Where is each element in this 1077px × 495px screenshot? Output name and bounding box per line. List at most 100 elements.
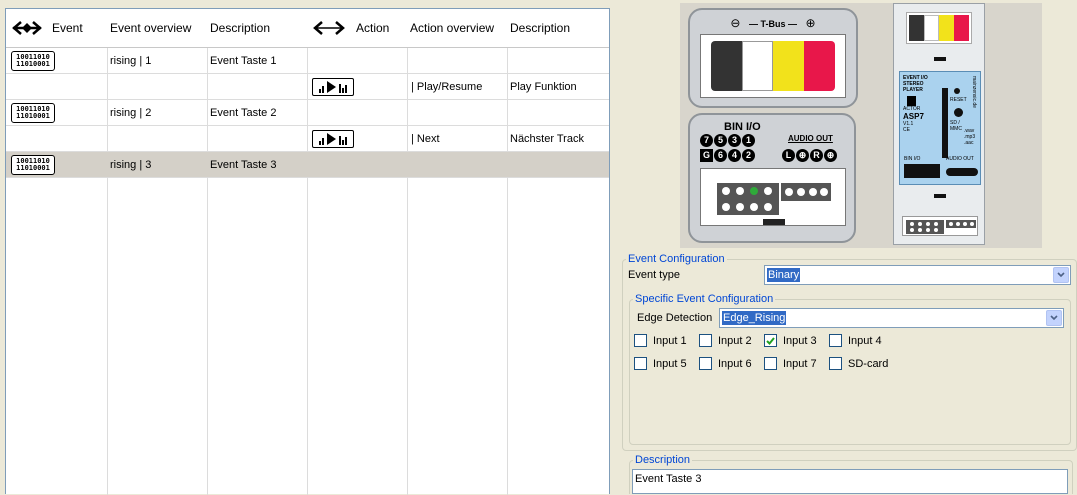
action-cell xyxy=(309,74,407,99)
tbus-label: T-Bus xyxy=(760,19,786,29)
description-legend: Description xyxy=(635,454,691,466)
input-3-checkbox[interactable]: Input 3 xyxy=(764,333,817,348)
column-header-action-description[interactable]: Description xyxy=(507,9,609,47)
formats-label: .wav .mp3 .aac xyxy=(964,128,976,146)
input-7-checkbox[interactable]: Input 7 xyxy=(764,356,817,371)
checkmark-icon xyxy=(766,336,775,345)
specific-event-configuration-legend: Specific Event Configuration xyxy=(635,293,774,305)
checkbox-label: Input 5 xyxy=(653,357,687,370)
event-type-value: Binary xyxy=(767,268,801,282)
checkbox-label: Input 1 xyxy=(653,334,687,347)
binio-connector: BIN I/O 7531 G642 AUDIO OUT L ⊕ R ⊕ xyxy=(688,113,856,243)
binio-socket xyxy=(700,168,846,226)
column-header-action-overview[interactable]: Action overview xyxy=(407,9,507,47)
pin-label: 3 xyxy=(728,134,741,147)
checkbox-label: Input 6 xyxy=(718,357,752,370)
event-type-select[interactable]: Binary xyxy=(764,265,1071,285)
pin-label: 1 xyxy=(742,134,755,147)
pin-label: 2 xyxy=(742,149,755,162)
table-row[interactable]: | Next Nächster Track xyxy=(6,126,609,152)
binary-event-icon: 10011010 11010001 xyxy=(11,154,55,175)
action-arrow-icon xyxy=(312,20,346,36)
table-row[interactable]: | Play/Resume Play Funktion xyxy=(6,74,609,100)
binio-top-pins: 7531 xyxy=(700,134,756,147)
column-header-label: Description xyxy=(510,21,571,35)
column-header-label: Event overview xyxy=(110,21,192,35)
table-row-selected[interactable]: 10011010 11010001 rising | 3 Event Taste … xyxy=(6,152,609,178)
table-row[interactable]: 10011010 11010001 rising | 2 Event Taste … xyxy=(6,100,609,126)
checkbox-box[interactable] xyxy=(699,334,712,347)
audio-out-pins: L ⊕ R ⊕ xyxy=(782,149,838,162)
column-header-event[interactable]: Event xyxy=(6,9,107,47)
pin-label: ⊕ xyxy=(796,149,809,162)
column-header-event-description[interactable]: Description xyxy=(207,9,307,47)
sd-card-checkbox[interactable]: SD-card xyxy=(829,356,888,371)
column-header-action[interactable]: Action xyxy=(307,9,407,47)
checkbox-box[interactable] xyxy=(699,357,712,370)
input-4-checkbox[interactable]: Input 4 xyxy=(829,333,882,348)
event-action-grid[interactable]: Event Event overview Description Action … xyxy=(5,8,610,495)
checkbox-box[interactable] xyxy=(764,334,777,347)
event-cell: 10011010 11010001 xyxy=(8,152,107,177)
edge-detection-value: Edge_Rising xyxy=(722,311,787,325)
checkbox-box[interactable] xyxy=(634,334,647,347)
reset-label: RESET xyxy=(950,97,967,103)
sd-slot xyxy=(942,88,948,158)
table-row[interactable]: 10011010 11010001 rising | 1 Event Taste … xyxy=(6,48,609,74)
checkbox-box[interactable] xyxy=(829,357,842,370)
bus-wire-red xyxy=(804,41,835,91)
column-header-label: Event xyxy=(52,21,83,35)
edge-detection-label: Edge Detection xyxy=(637,312,713,324)
pin-label: 4 xyxy=(728,149,741,162)
binary-event-icon: 10011010 11010001 xyxy=(11,50,55,71)
bus-wire-red xyxy=(954,15,969,41)
tbus-socket xyxy=(700,34,846,98)
reset-button-icon xyxy=(954,108,963,117)
checkbox-box[interactable] xyxy=(829,334,842,347)
pin-label: ⊕ xyxy=(824,149,837,162)
pin-label: R xyxy=(810,149,823,162)
bus-wire-black xyxy=(711,41,742,91)
module-site: mainzensic.de xyxy=(971,76,977,108)
tbus-color-bars xyxy=(711,41,835,91)
event-cell: 10011010 11010001 xyxy=(8,100,107,125)
binio-bottom-pins: G642 xyxy=(700,149,756,162)
column-header-label: Action xyxy=(356,21,390,35)
action-overview-cell: | Play/Resume xyxy=(411,80,483,93)
event-type-label: Event type xyxy=(628,269,680,281)
checkbox-box[interactable] xyxy=(764,357,777,370)
pin-label: 7 xyxy=(700,134,713,147)
binary-event-icon: 10011010 11010001 xyxy=(11,102,55,123)
chevron-down-icon[interactable] xyxy=(1053,267,1069,283)
module-terminal xyxy=(902,216,978,236)
event-cell: 10011010 11010001 xyxy=(8,48,107,73)
module-audio-label: AUDIO OUT xyxy=(946,156,974,162)
event-description-cell: Event Taste 2 xyxy=(210,106,277,119)
module-binio-label: BIN I/O xyxy=(904,156,921,162)
tbus-connector: ⊖ — T-Bus — ⊕ xyxy=(688,8,858,108)
input-1-checkbox[interactable]: Input 1 xyxy=(634,333,687,348)
event-overview-cell: rising | 1 xyxy=(110,54,152,67)
event-description-cell: Event Taste 3 xyxy=(210,158,277,171)
description-textarea[interactable]: Event Taste 3 xyxy=(632,469,1068,494)
column-header-event-overview[interactable]: Event overview xyxy=(107,9,207,47)
bus-wire-white xyxy=(742,41,773,91)
led-icon xyxy=(954,88,960,94)
binio-title: BIN I/O xyxy=(724,121,761,133)
bus-wire-yellow xyxy=(773,41,804,91)
input-2-checkbox[interactable]: Input 2 xyxy=(699,333,752,348)
tbus-minus-icon: ⊖ xyxy=(730,16,741,30)
checkbox-label: Input 4 xyxy=(848,334,882,347)
pin-label: 5 xyxy=(714,134,727,147)
input-6-checkbox[interactable]: Input 6 xyxy=(699,356,752,371)
edge-detection-select[interactable]: Edge_Rising xyxy=(719,308,1064,328)
grid-header: Event Event overview Description Action … xyxy=(6,9,609,48)
module-audio-pins xyxy=(946,168,978,176)
bus-wire-white xyxy=(924,15,939,41)
column-header-label: Description xyxy=(210,21,271,35)
checkbox-box[interactable] xyxy=(634,357,647,370)
chevron-down-icon[interactable] xyxy=(1046,310,1062,326)
input-5-checkbox[interactable]: Input 5 xyxy=(634,356,687,371)
action-description-cell: Nächster Track xyxy=(510,132,584,145)
sd-label: SD / MMC xyxy=(950,120,962,132)
